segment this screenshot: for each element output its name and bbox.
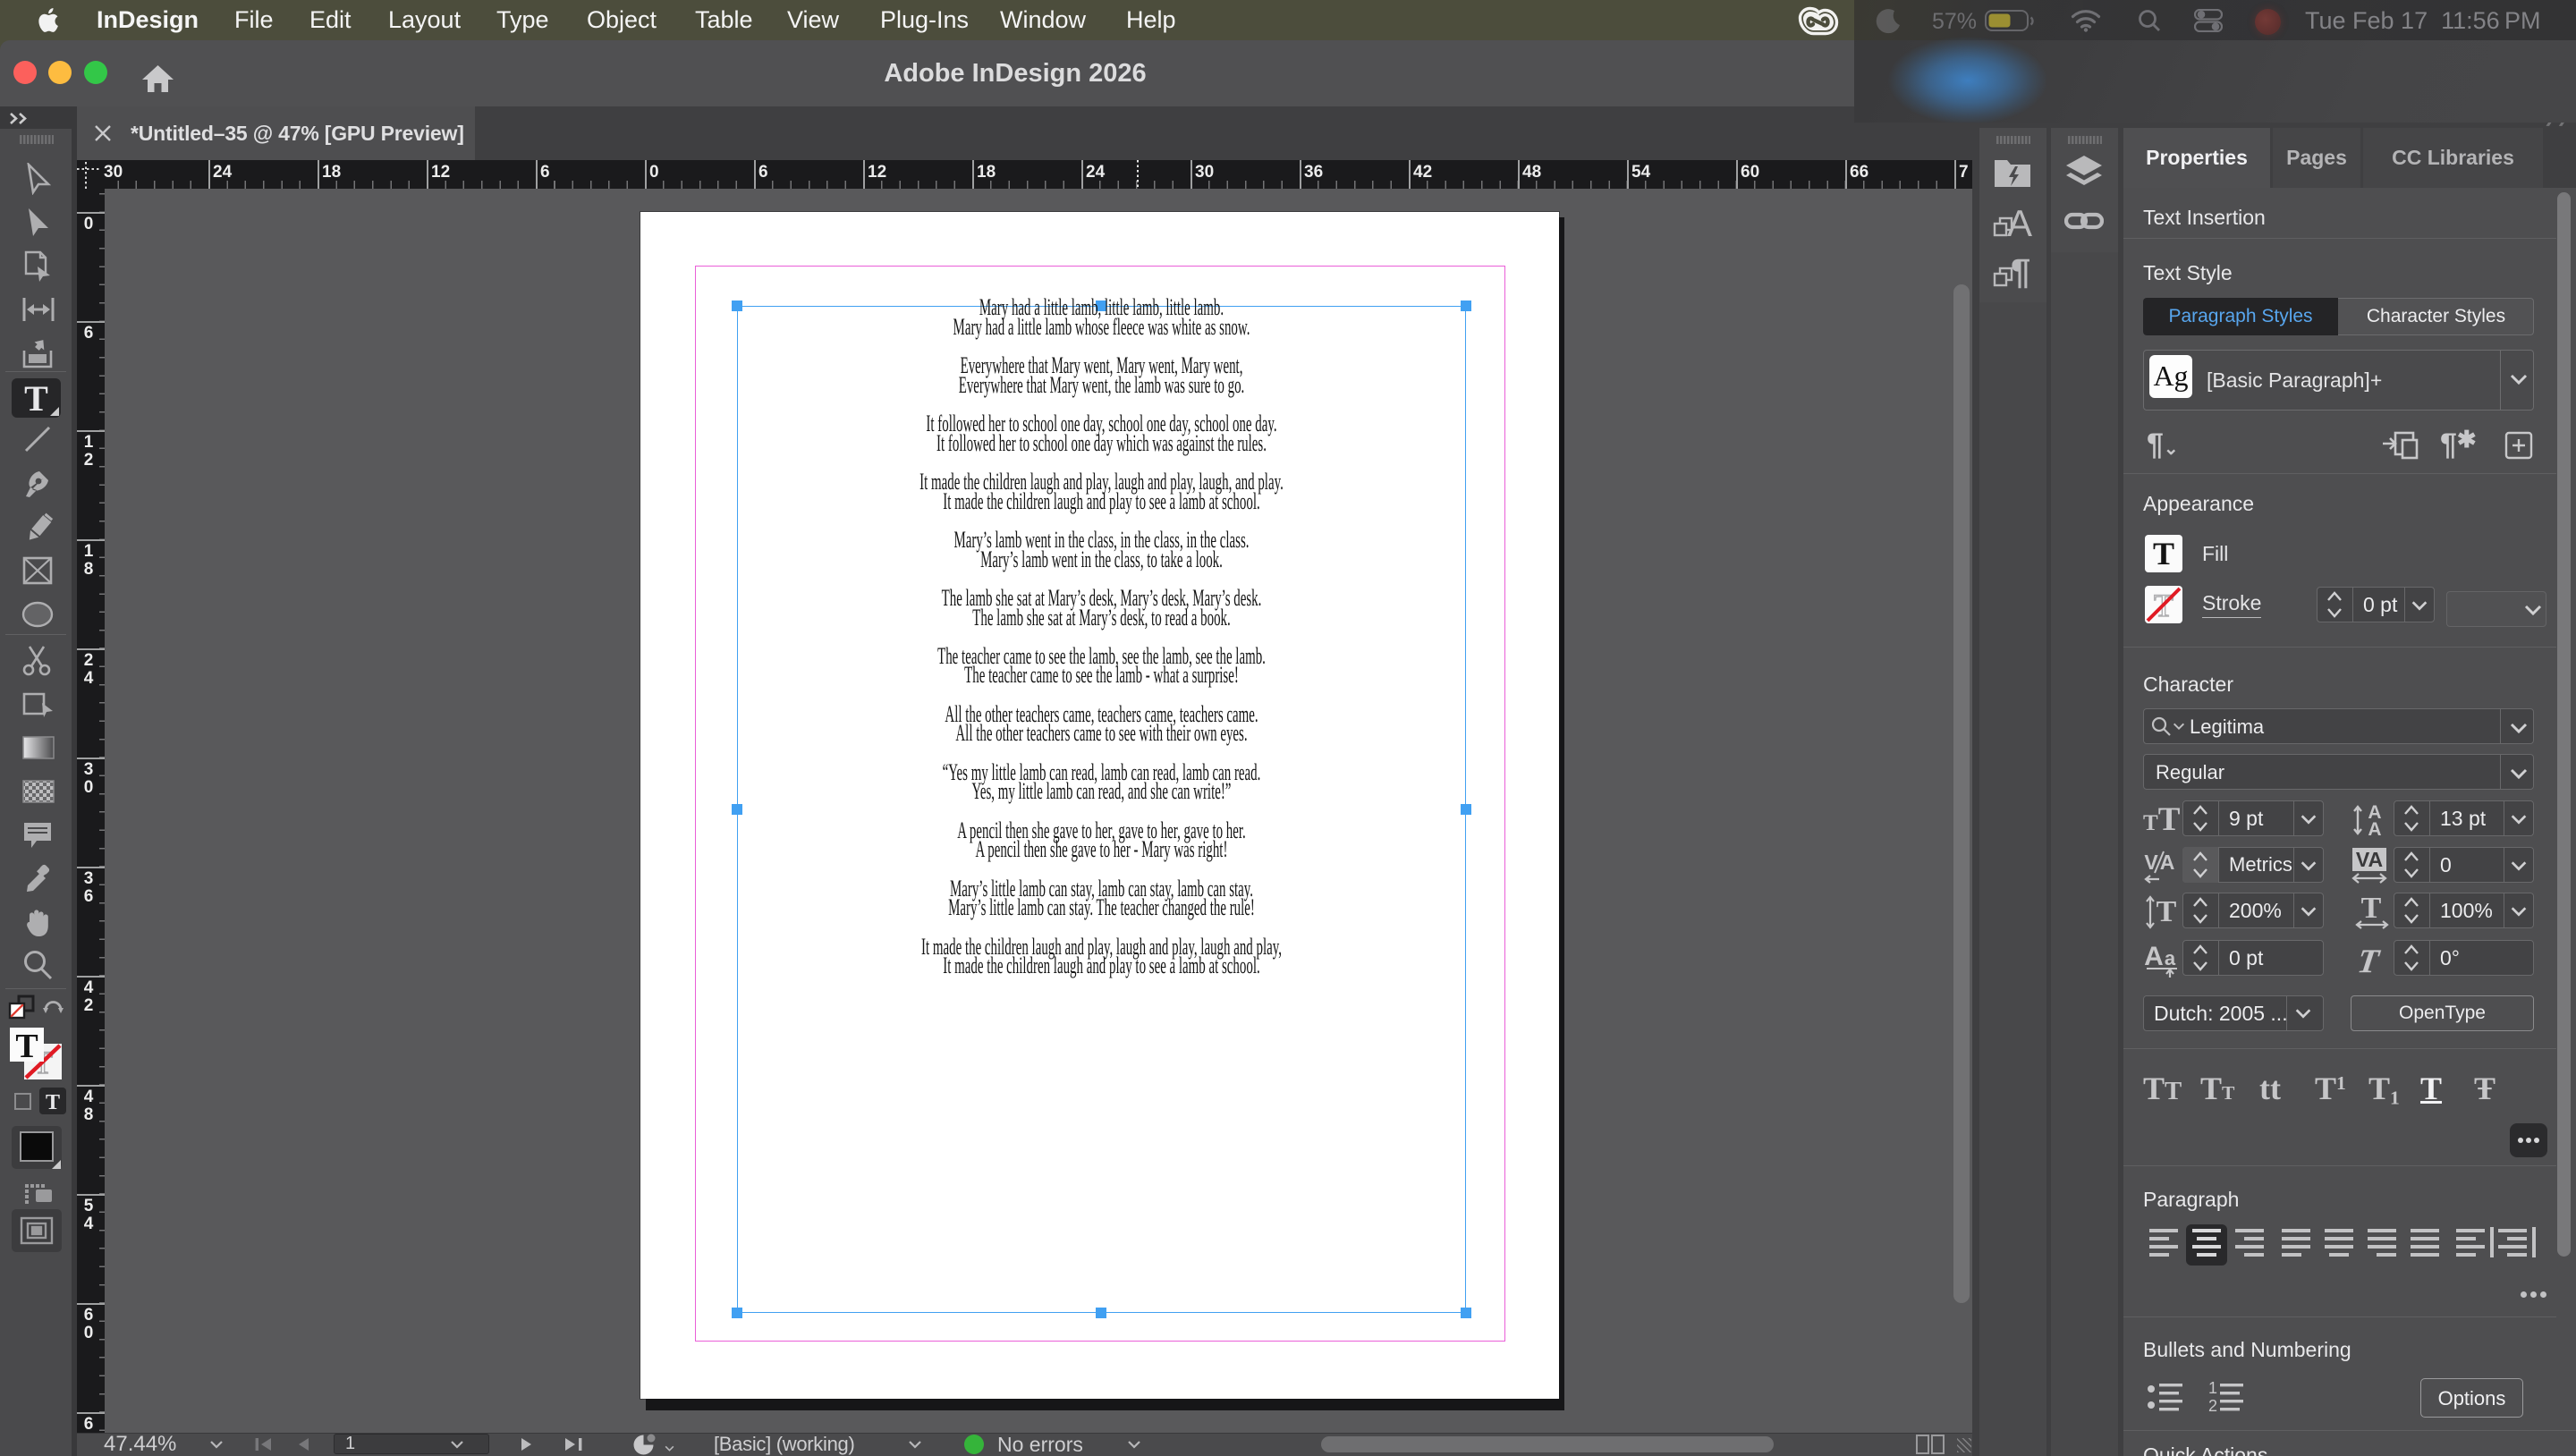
svg-text:T: T (2157, 895, 2177, 928)
svg-text:T: T (2361, 894, 2382, 925)
svg-text:T: T (46, 1091, 60, 1114)
svg-text:T: T (15, 1028, 38, 1062)
svg-text:1: 1 (2208, 1381, 2217, 1397)
svg-text:A: A (2144, 942, 2164, 971)
svg-text:2: 2 (2208, 1397, 2217, 1415)
svg-text:T: T (24, 378, 48, 418)
svg-text:a: a (2165, 947, 2176, 969)
svg-text:A: A (2368, 819, 2381, 837)
